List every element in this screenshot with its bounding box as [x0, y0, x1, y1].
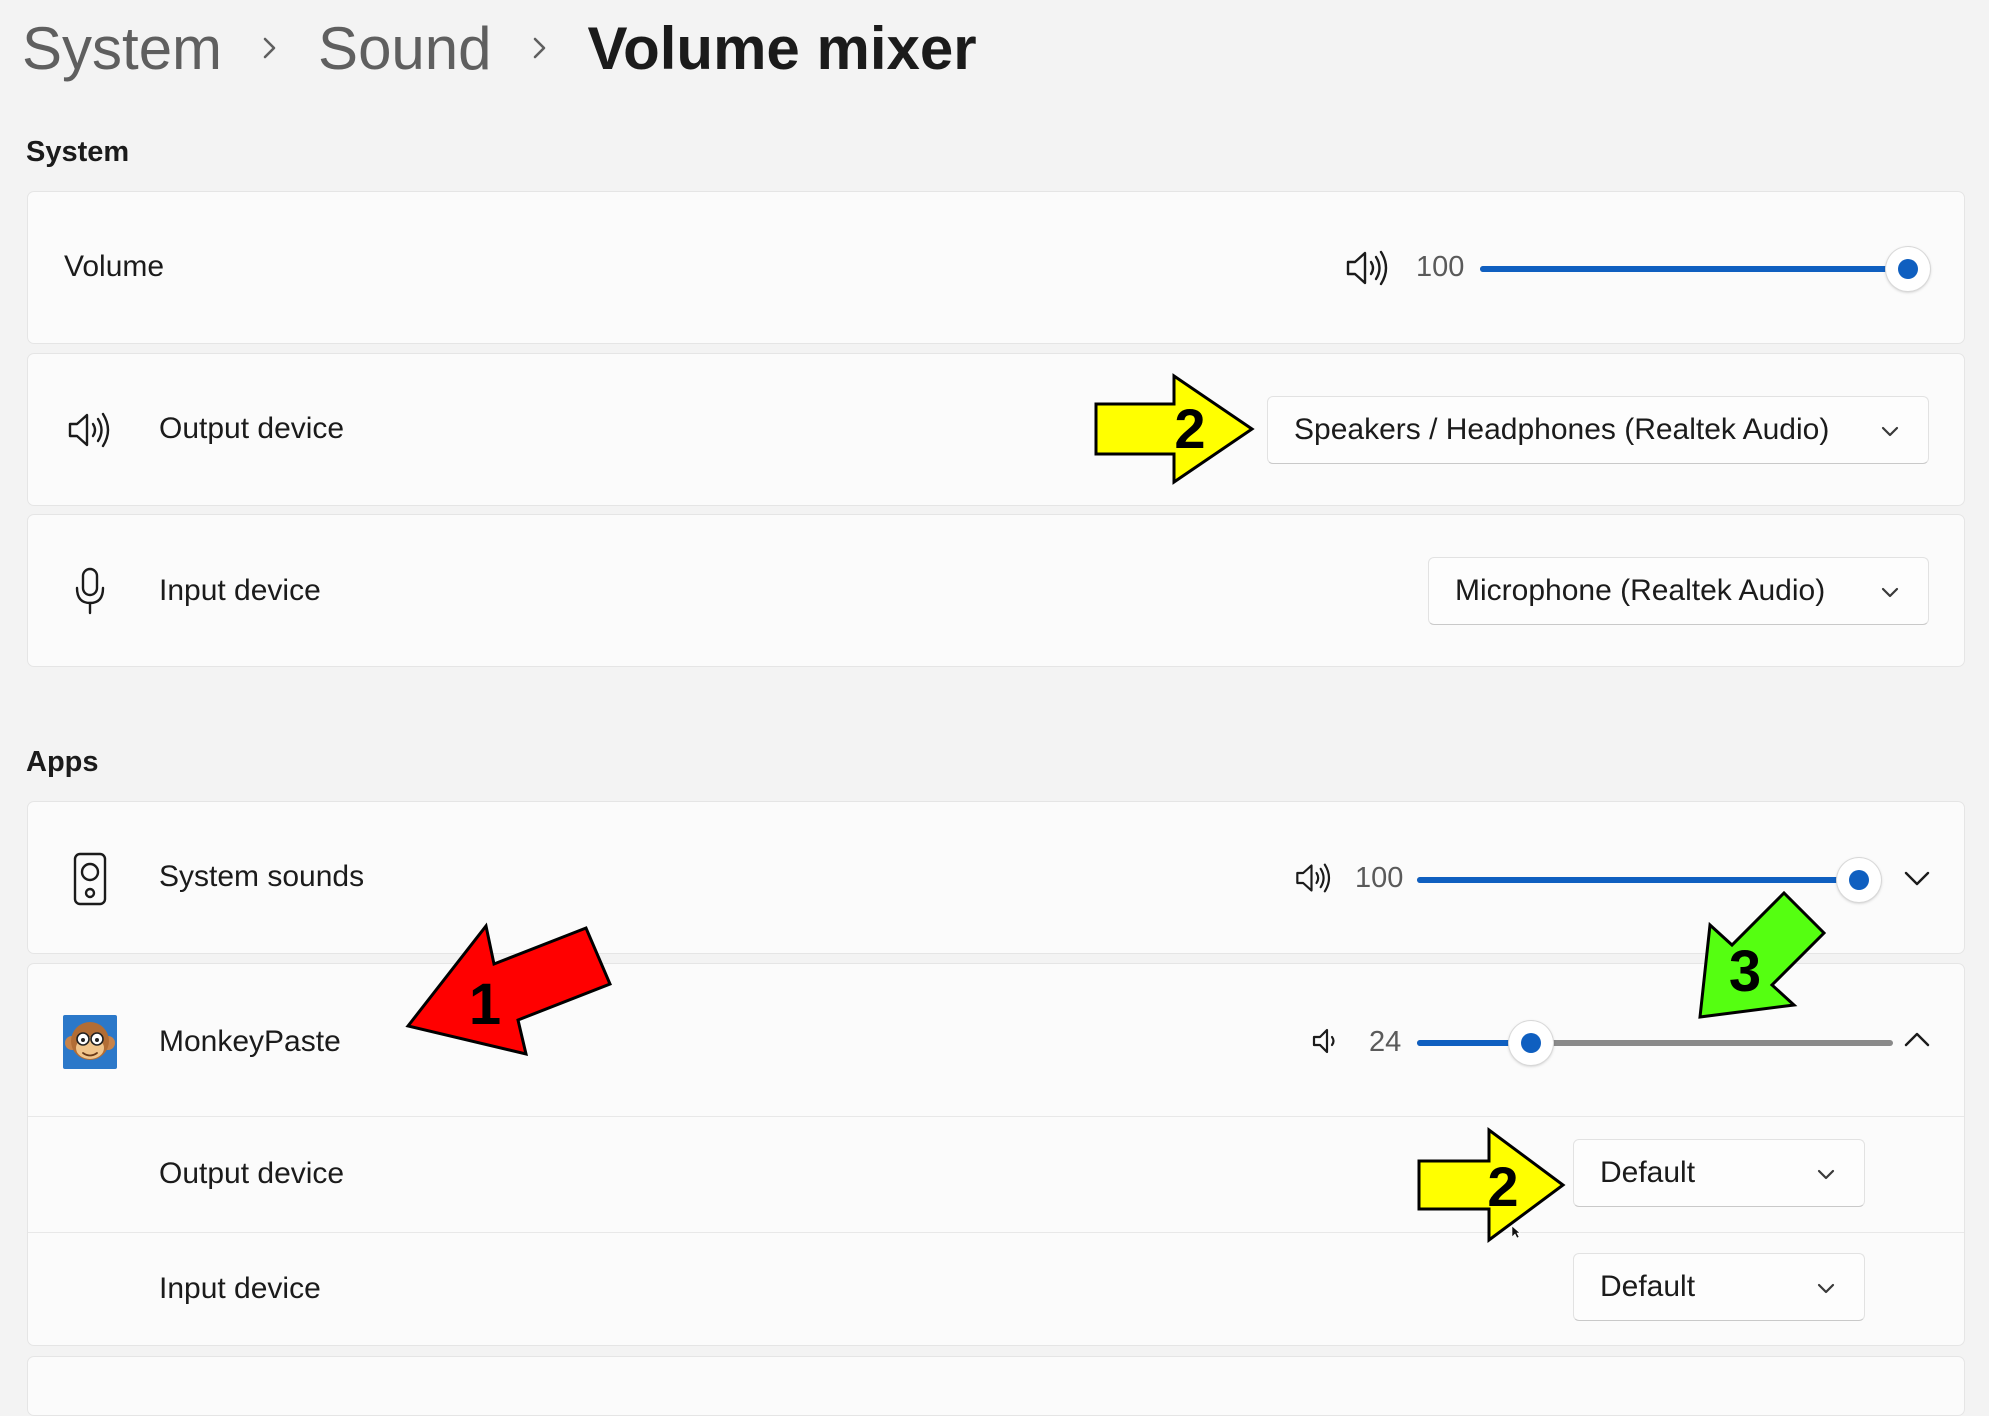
divider: [28, 1232, 1964, 1233]
speaker-high-icon[interactable]: [1292, 858, 1336, 898]
monkeypaste-label: MonkeyPaste: [159, 1025, 341, 1058]
annotation-arrow-2-top: 2: [1094, 373, 1255, 489]
chevron-up-icon[interactable]: [1897, 1020, 1937, 1060]
chevron-down-icon: [1814, 1162, 1838, 1186]
output-device-dropdown[interactable]: Speakers / Headphones (Realtek Audio): [1267, 396, 1929, 464]
annotation-number: 3: [1729, 939, 1761, 1004]
section-title-system: System: [26, 136, 130, 168]
monkeypaste-app-icon: [63, 1015, 117, 1069]
volume-label: Volume: [64, 250, 165, 283]
annotation-number: 1: [469, 972, 501, 1037]
output-device-label: Output device: [159, 412, 345, 445]
system-sounds-slider-fill: [1417, 877, 1859, 883]
chevron-down-icon: [1814, 1276, 1838, 1300]
output-device-card: Output device Speakers / Headphones (Rea…: [27, 353, 1965, 506]
breadcrumb-item-system[interactable]: System: [22, 14, 222, 83]
chevron-down-icon: [1878, 580, 1902, 604]
chevron-down-icon: [1878, 419, 1902, 443]
monkeypaste-slider-track[interactable]: [1417, 1040, 1893, 1046]
breadcrumb: System Sound Volume mixer: [22, 8, 977, 88]
monkeypaste-input-device-dropdown[interactable]: Default: [1573, 1253, 1865, 1321]
monkeypaste-value: 24: [1369, 1026, 1402, 1058]
next-app-card: [27, 1356, 1965, 1416]
volume-slider-track[interactable]: [1480, 266, 1908, 272]
chevron-right-icon: [492, 8, 588, 88]
system-sounds-slider-track[interactable]: [1417, 877, 1859, 883]
monkeypaste-output-device-selected: Default: [1600, 1156, 1696, 1189]
annotation-arrow-3: 3: [1692, 890, 1832, 1026]
system-sounds-card: System sounds 100: [27, 801, 1965, 954]
section-title-apps: Apps: [26, 746, 99, 778]
volume-value: 100: [1416, 251, 1465, 283]
system-sounds-slider-thumb[interactable]: [1837, 858, 1881, 902]
breadcrumb-item-sound[interactable]: Sound: [318, 14, 492, 83]
volume-slider-fill: [1480, 266, 1908, 272]
output-device-selected: Speakers / Headphones (Realtek Audio): [1294, 413, 1830, 446]
input-device-label: Input device: [159, 574, 321, 607]
chevron-down-icon[interactable]: [1897, 858, 1937, 898]
monkeypaste-output-device-label: Output device: [159, 1157, 345, 1190]
monkeypaste-output-device-dropdown[interactable]: Default: [1573, 1139, 1865, 1207]
speaker-high-icon: [64, 408, 116, 452]
microphone-icon: [68, 565, 112, 617]
monkeypaste-slider-thumb[interactable]: [1509, 1021, 1554, 1065]
mouse-cursor-icon: [1511, 1225, 1521, 1244]
page-title: Volume mixer: [587, 14, 977, 82]
input-device-card: Input device Microphone (Realtek Audio): [27, 514, 1965, 667]
volume-slider-thumb[interactable]: [1886, 247, 1930, 291]
monkeypaste-card: MonkeyPaste 24 Output device Default Inp…: [27, 963, 1965, 1346]
input-device-dropdown[interactable]: Microphone (Realtek Audio): [1428, 557, 1929, 625]
divider: [28, 1116, 1964, 1117]
annotation-arrow-1: 1: [400, 916, 620, 1061]
speaker-low-icon[interactable]: [1306, 1023, 1346, 1059]
chevron-right-icon: [222, 8, 318, 88]
annotation-number: 2: [1174, 397, 1205, 460]
volume-card: Volume 100: [27, 191, 1965, 344]
system-sounds-label: System sounds: [159, 860, 365, 893]
annotation-number: 2: [1487, 1155, 1518, 1218]
system-sounds-value: 100: [1355, 862, 1404, 894]
input-device-selected: Microphone (Realtek Audio): [1455, 574, 1826, 607]
speaker-box-icon: [68, 850, 112, 908]
speaker-high-icon[interactable]: [1342, 246, 1394, 290]
monkeypaste-input-device-label: Input device: [159, 1272, 321, 1305]
monkeypaste-input-device-selected: Default: [1600, 1270, 1696, 1303]
annotation-arrow-2-bottom: 2: [1417, 1127, 1566, 1247]
